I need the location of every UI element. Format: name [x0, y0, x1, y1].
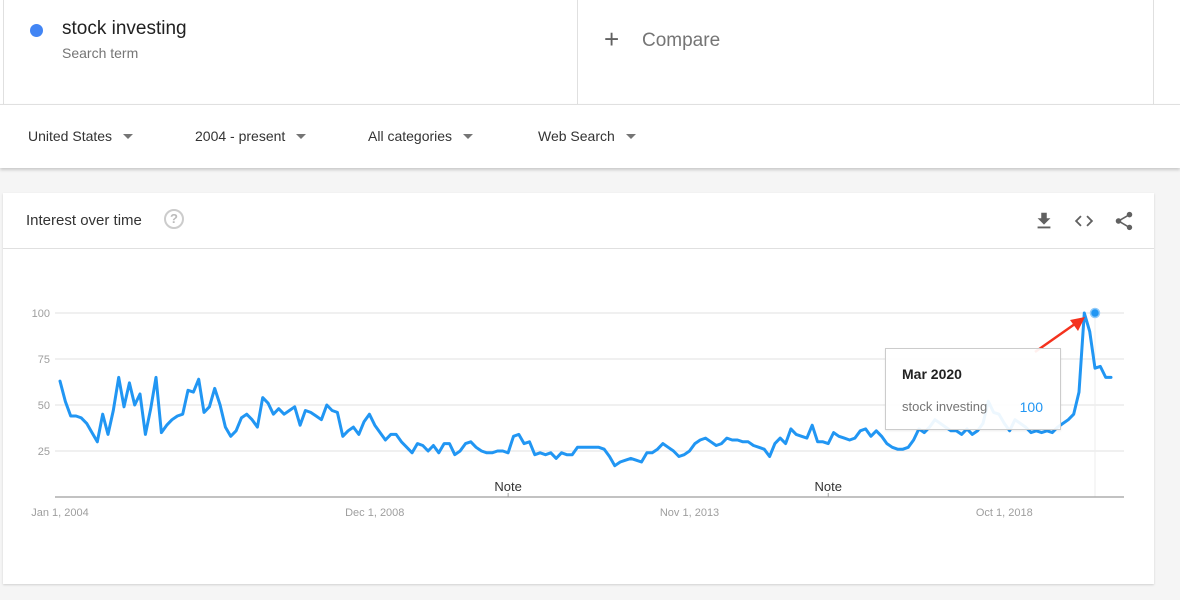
filter-bar: United States 2004 - present All categor… [0, 104, 1180, 168]
note-marker[interactable]: Note [494, 479, 521, 494]
x-tick-label: Dec 1, 2008 [345, 507, 404, 519]
chart-tooltip: Mar 2020 stock investing 100 [885, 348, 1061, 430]
search-terms-bar: stock investing Search term + Compare [0, 0, 1180, 104]
time-range-dropdown-label: 2004 - present [195, 128, 286, 144]
compare-label: Compare [642, 30, 721, 51]
x-tick-label: Oct 1, 2018 [976, 507, 1033, 519]
plus-icon: + [604, 24, 620, 54]
search-term-subtitle: Search term [62, 45, 139, 61]
x-tick-label: Nov 1, 2013 [660, 507, 719, 519]
caret-down-icon [625, 134, 636, 139]
search-type-dropdown[interactable]: Web Search [538, 128, 636, 144]
compare-button[interactable]: + Compare [578, 0, 1154, 104]
y-tick-label: 50 [38, 400, 50, 412]
y-tick-label: 25 [38, 446, 50, 458]
caret-down-icon [463, 134, 474, 139]
tooltip-date: Mar 2020 [902, 366, 962, 382]
category-dropdown-label: All categories [368, 128, 453, 144]
interest-over-time-card: Interest over time ? 25 50 75 100 Jan 1, 200… [3, 193, 1154, 584]
caret-down-icon [123, 134, 134, 139]
search-term-card[interactable]: stock investing Search term [3, 0, 578, 104]
y-tick-label: 75 [38, 354, 50, 366]
search-term-name[interactable]: stock investing [62, 18, 187, 40]
tooltip-value: 100 [1019, 399, 1043, 415]
time-range-dropdown[interactable]: 2004 - present [195, 128, 307, 144]
region-dropdown[interactable]: United States [28, 128, 134, 144]
category-dropdown[interactable]: All categories [368, 128, 474, 144]
search-type-dropdown-label: Web Search [538, 128, 615, 144]
caret-down-icon [296, 134, 307, 139]
tooltip-term: stock investing [902, 399, 988, 414]
series-color-dot-icon [30, 24, 43, 37]
note-marker[interactable]: Note [815, 479, 842, 494]
highlight-point [1089, 307, 1101, 319]
x-tick-label: Jan 1, 2004 [31, 507, 89, 519]
y-tick-label: 100 [32, 308, 50, 320]
region-dropdown-label: United States [28, 128, 113, 144]
